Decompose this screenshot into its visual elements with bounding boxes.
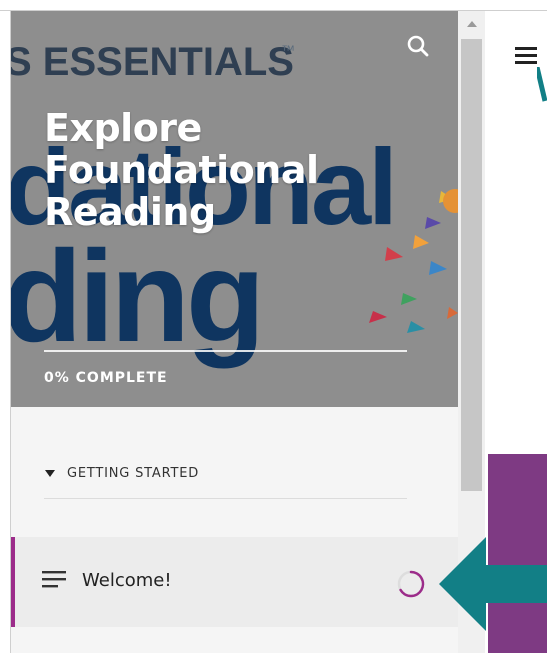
caret-down-icon <box>45 470 55 477</box>
lesson-active-accent <box>11 537 15 627</box>
course-title-line-2: Foundational <box>44 148 319 192</box>
scroll-up-button[interactable] <box>458 11 485 37</box>
course-title: Explore Foundational Reading <box>44 107 364 233</box>
hamburger-menu-icon[interactable] <box>515 47 537 65</box>
lesson-item-welcome[interactable]: Welcome! <box>11 537 458 627</box>
loading-spinner-icon <box>397 570 425 598</box>
section-getting-started[interactable]: GETTING STARTED <box>44 459 407 499</box>
scrollbar-thumb[interactable] <box>461 39 482 491</box>
course-hero: S ESSENTIALS ™ dational ding Explore Fou… <box>11 11 458 407</box>
course-sidebar: S ESSENTIALS ™ dational ding Explore Fou… <box>11 11 458 653</box>
text-lines-icon <box>42 571 66 588</box>
section-label: GETTING STARTED <box>67 466 200 481</box>
lesson-label: Welcome! <box>82 570 172 591</box>
course-title-line-1: Explore <box>44 106 202 150</box>
search-icon[interactable] <box>405 33 431 59</box>
progress-label: 0% COMPLETE <box>44 370 168 386</box>
course-title-line-3: Reading <box>44 190 216 234</box>
app-window: S ESSENTIALS ™ dational ding Explore Fou… <box>0 0 547 653</box>
checkmark-partial-icon <box>537 67 547 102</box>
brand-text-s: S ESSENTIALS <box>11 40 294 84</box>
brand-tm: ™ <box>281 42 295 58</box>
progress-bar <box>44 350 407 352</box>
scroll-up-arrow-icon <box>466 21 477 27</box>
hero-bg-word-2: ding <box>11 223 261 369</box>
left-arrow-icon <box>439 537 547 631</box>
